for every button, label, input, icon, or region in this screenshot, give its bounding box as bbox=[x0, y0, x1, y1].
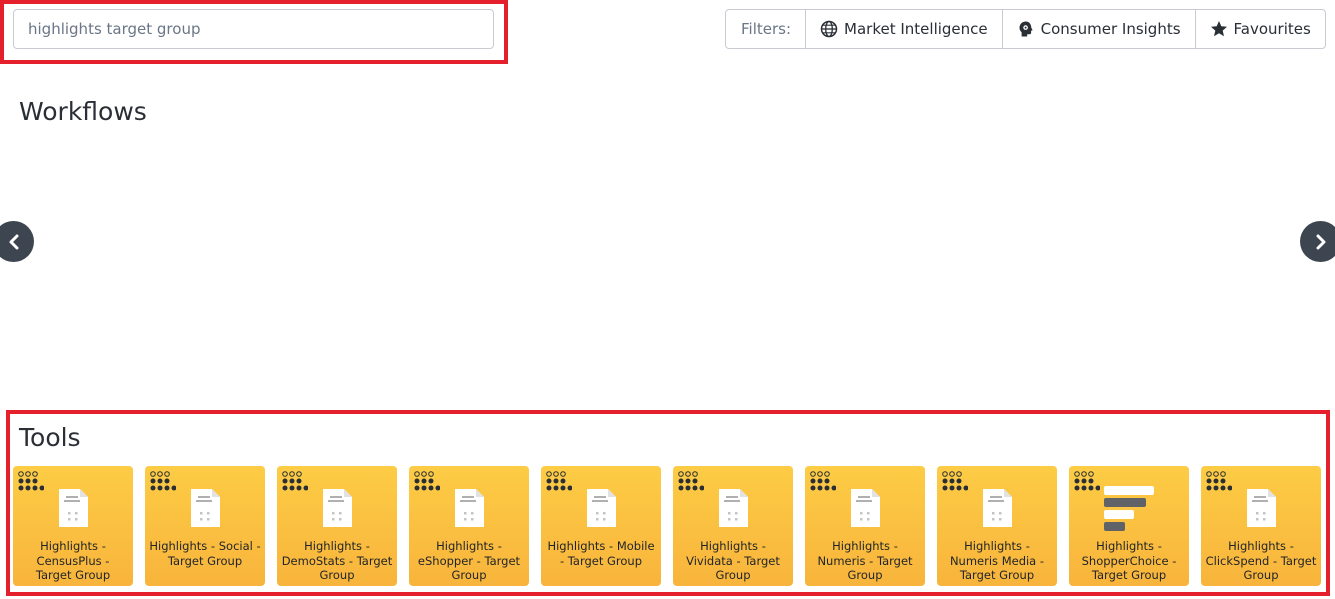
dots-grid-icon bbox=[282, 471, 308, 491]
document-icon bbox=[719, 489, 748, 527]
document-icon bbox=[191, 489, 220, 527]
workflows-heading: Workflows bbox=[19, 97, 147, 126]
tool-card-label: Highlights - DemoStats - Target Group bbox=[281, 539, 393, 582]
globe-icon bbox=[820, 20, 838, 38]
chevron-left-icon bbox=[9, 234, 18, 249]
filter-market-intelligence[interactable]: Market Intelligence bbox=[805, 10, 1002, 48]
tool-card[interactable]: Highlights - Numeris Media - Target Grou… bbox=[937, 466, 1057, 586]
document-icon bbox=[455, 489, 484, 527]
filter-label: Favourites bbox=[1233, 20, 1311, 38]
bars-icon bbox=[1104, 486, 1154, 531]
dots-grid-icon bbox=[942, 471, 968, 491]
dots-grid-icon bbox=[18, 471, 44, 491]
filter-favourites[interactable]: Favourites bbox=[1194, 10, 1325, 48]
carousel-prev-button[interactable] bbox=[0, 221, 34, 262]
tool-card-label: Highlights - Social - Target Group bbox=[149, 539, 261, 568]
tool-card[interactable]: Highlights - ShopperChoice - Target Grou… bbox=[1069, 466, 1189, 586]
tool-card[interactable]: Highlights - Mobile - Target Group bbox=[541, 466, 661, 586]
document-icon bbox=[59, 489, 88, 527]
dots-grid-icon bbox=[810, 471, 836, 491]
document-icon bbox=[1247, 489, 1276, 527]
tool-card-label: Highlights - ClickSpend - Target Group bbox=[1205, 539, 1317, 582]
dots-grid-icon bbox=[546, 471, 572, 491]
tool-card-label: Highlights - Vividata - Target Group bbox=[686, 539, 780, 582]
tool-card[interactable]: Highlights - Numeris - Target Group bbox=[805, 466, 925, 586]
document-icon bbox=[323, 489, 352, 527]
tool-card-label: Highlights - Mobile - Target Group bbox=[547, 539, 655, 568]
tool-card[interactable]: Highlights - Social - Target Group bbox=[145, 466, 265, 586]
tool-card-label: Highlights - eShopper - Target Group bbox=[417, 539, 521, 582]
tool-card[interactable]: Highlights - CensusPlus - Target Group bbox=[13, 466, 133, 586]
tool-card[interactable]: Highlights - eShopper - Target Group bbox=[409, 466, 529, 586]
chevron-right-icon bbox=[1316, 234, 1325, 249]
tool-card-label: Highlights - Numeris - Target Group bbox=[817, 539, 913, 582]
carousel-next-button[interactable] bbox=[1300, 221, 1335, 262]
search-input[interactable] bbox=[13, 9, 494, 49]
filters-label: Filters: bbox=[741, 20, 792, 38]
tool-card-label: Highlights - ShopperChoice - Target Grou… bbox=[1081, 539, 1177, 582]
tool-card[interactable]: Highlights - DemoStats - Target Group bbox=[277, 466, 397, 586]
head-icon bbox=[1019, 21, 1033, 37]
dots-grid-icon bbox=[678, 471, 704, 491]
filter-label: Market Intelligence bbox=[844, 20, 988, 38]
tool-card-label: Highlights - CensusPlus - Target Group bbox=[35, 539, 111, 582]
filter-label: Consumer Insights bbox=[1040, 20, 1181, 38]
star-icon bbox=[1210, 21, 1227, 37]
dots-grid-icon bbox=[1206, 471, 1232, 491]
dots-grid-icon bbox=[1074, 471, 1100, 491]
filter-consumer-insights[interactable]: Consumer Insights bbox=[1001, 10, 1195, 48]
tool-card[interactable]: Highlights - Vividata - Target Group bbox=[673, 466, 793, 586]
search-highlight-box bbox=[0, 0, 508, 64]
tool-card-label: Highlights - Numeris Media - Target Grou… bbox=[949, 539, 1045, 582]
document-icon bbox=[851, 489, 880, 527]
dots-grid-icon bbox=[414, 471, 440, 491]
dots-grid-icon bbox=[150, 471, 176, 491]
tool-card[interactable]: Highlights - ClickSpend - Target Group bbox=[1201, 466, 1321, 586]
filters-bar: Filters: Market Intelligence Consumer In… bbox=[725, 9, 1326, 49]
tools-heading: Tools bbox=[19, 423, 81, 452]
document-icon bbox=[983, 489, 1012, 527]
document-icon bbox=[587, 489, 616, 527]
tools-grid: Highlights - CensusPlus - Target Group H… bbox=[13, 466, 1333, 586]
